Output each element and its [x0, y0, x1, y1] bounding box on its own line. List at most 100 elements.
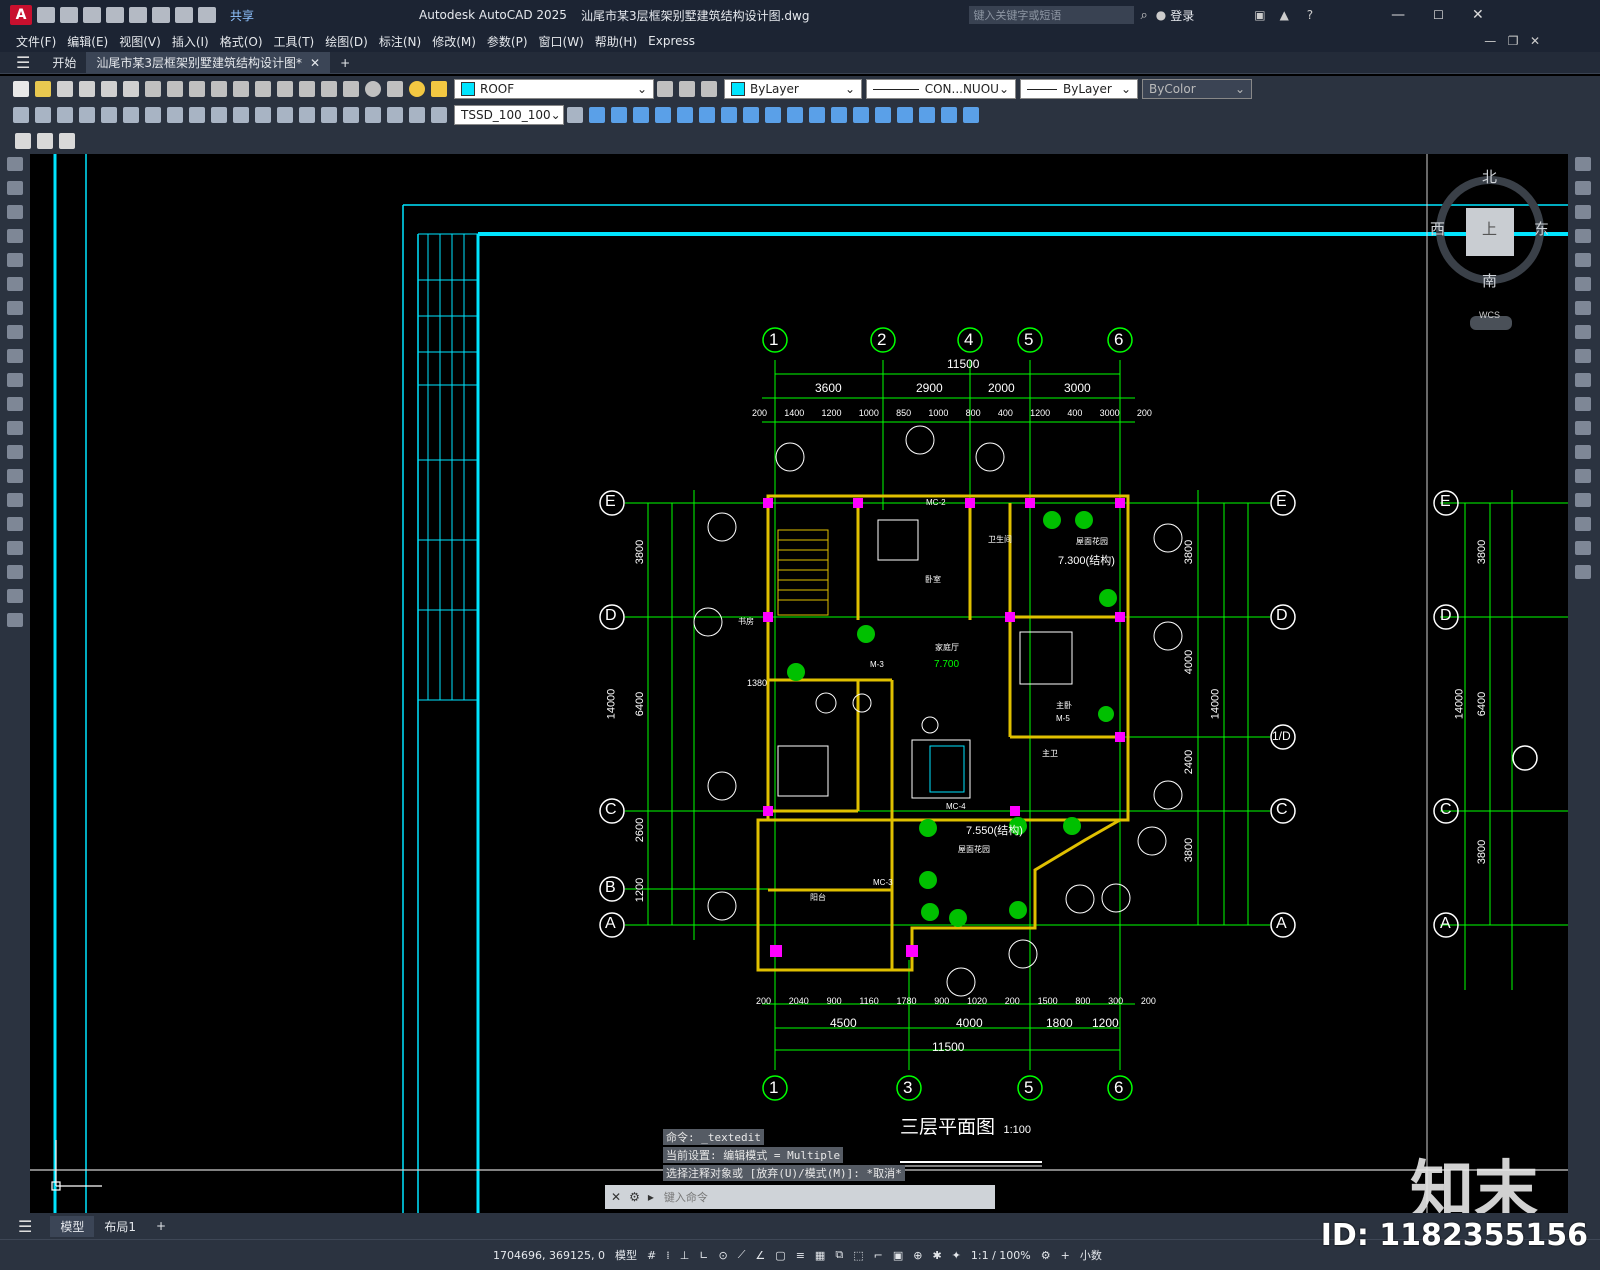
pan-icon[interactable]: [211, 81, 227, 97]
center-mark-icon[interactable]: [321, 107, 337, 123]
fillet-icon[interactable]: [1575, 517, 1591, 531]
viewcube-south[interactable]: 南: [1482, 270, 1497, 291]
object-snap-icon[interactable]: ▢: [775, 1249, 785, 1262]
menu-parametric[interactable]: 参数(P): [487, 33, 528, 50]
grid-icon[interactable]: #: [647, 1249, 656, 1262]
open-icon[interactable]: [35, 81, 51, 97]
maximize-icon[interactable]: ☐: [1433, 8, 1444, 22]
offset-icon[interactable]: [1575, 229, 1591, 243]
tab-start[interactable]: 开始: [42, 52, 86, 73]
save-icon[interactable]: [83, 7, 101, 23]
viewcube-west[interactable]: 西: [1430, 218, 1445, 239]
slice-icon[interactable]: [831, 107, 847, 123]
intersect-icon[interactable]: [809, 107, 825, 123]
close-command-icon[interactable]: ✕: [611, 1190, 621, 1204]
publish-icon[interactable]: [123, 81, 139, 97]
dim-break-icon[interactable]: [277, 107, 293, 123]
rectangle-icon[interactable]: [7, 253, 23, 267]
spline-icon[interactable]: [7, 349, 23, 363]
properties-icon[interactable]: [277, 81, 293, 97]
menu-window[interactable]: 窗口(W): [539, 33, 584, 50]
break-at-point-icon[interactable]: [1575, 421, 1591, 435]
print-icon[interactable]: [152, 7, 170, 23]
tab-add-layout[interactable]: +: [146, 1217, 176, 1235]
continue-dim-icon[interactable]: [233, 107, 249, 123]
dim-edit-icon[interactable]: [387, 107, 403, 123]
cut-icon[interactable]: [145, 81, 161, 97]
shell-icon[interactable]: [941, 107, 957, 123]
jogged-dim-icon[interactable]: [123, 107, 139, 123]
polygon-icon[interactable]: [7, 229, 23, 243]
polyline-icon[interactable]: [7, 205, 23, 219]
solid-cylinder-icon[interactable]: [677, 107, 693, 123]
minimize-icon[interactable]: —: [1391, 7, 1405, 23]
jogged-linear-icon[interactable]: [365, 107, 381, 123]
login-button[interactable]: 登录: [1170, 7, 1194, 24]
transparency-icon[interactable]: ▦: [815, 1249, 825, 1262]
baseline-dim-icon[interactable]: [211, 107, 227, 123]
move-faces-icon[interactable]: [897, 107, 913, 123]
revision-cloud-icon[interactable]: [7, 325, 23, 339]
layout-menu-icon[interactable]: ☰: [18, 1217, 32, 1236]
solid-cone-icon[interactable]: [633, 107, 649, 123]
3d-osnap-icon[interactable]: ⬚: [853, 1249, 863, 1262]
preview-icon[interactable]: [101, 81, 117, 97]
help-icon[interactable]: ?: [1307, 8, 1313, 22]
circle-icon[interactable]: [7, 301, 23, 315]
section-icon[interactable]: [853, 107, 869, 123]
radius-dim-icon[interactable]: [101, 107, 117, 123]
table-icon[interactable]: [7, 565, 23, 579]
region-icon[interactable]: [7, 541, 23, 555]
command-input[interactable]: 键入命令: [664, 1189, 708, 1205]
menu-modify[interactable]: 修改(M): [432, 33, 476, 50]
coordinates[interactable]: 1704696, 369125, 0: [493, 1249, 605, 1262]
search-input[interactable]: 键入关键字或短语: [969, 6, 1135, 24]
menu-view[interactable]: 视图(V): [119, 33, 161, 50]
edit-block-icon[interactable]: [15, 133, 31, 149]
menu-insert[interactable]: 插入(I): [172, 33, 209, 50]
viewcube-east[interactable]: 东: [1534, 218, 1549, 239]
tab-model[interactable]: 模型: [50, 1215, 95, 1237]
doc-window-controls[interactable]: — ❐ ✕: [1484, 34, 1540, 48]
selection-cycling-icon[interactable]: ⧉: [835, 1248, 843, 1262]
publish-icon[interactable]: [129, 7, 147, 23]
annotation-monitor-icon[interactable]: +: [1061, 1249, 1070, 1262]
color-dropdown[interactable]: ByLayer ⌄: [724, 79, 862, 99]
layer-freeze-icon[interactable]: [431, 81, 447, 97]
revolve-icon[interactable]: [743, 107, 759, 123]
command-line[interactable]: ✕ ⚙ ▸ 键入命令: [605, 1185, 995, 1209]
viewcube-wcs[interactable]: WCS: [1479, 310, 1500, 320]
annotation-scale[interactable]: 1:1 / 100%: [971, 1249, 1031, 1262]
lineweight-icon[interactable]: ≡: [796, 1249, 805, 1262]
extend-icon[interactable]: [1575, 397, 1591, 411]
menu-tools[interactable]: 工具(T): [274, 33, 315, 50]
annotation-visibility-icon[interactable]: ✱: [932, 1249, 941, 1262]
menu-file[interactable]: 文件(F): [16, 33, 56, 50]
inspect-icon[interactable]: [343, 107, 359, 123]
help-icon[interactable]: [365, 81, 381, 97]
ortho-icon[interactable]: ∟: [699, 1249, 708, 1262]
offset-faces-icon[interactable]: [919, 107, 935, 123]
union-icon[interactable]: [765, 107, 781, 123]
new-file-icon[interactable]: [37, 7, 55, 23]
linear-dim-icon[interactable]: [13, 107, 29, 123]
break-icon[interactable]: [1575, 445, 1591, 459]
tool-palette-icon[interactable]: [321, 81, 337, 97]
redo-icon[interactable]: [189, 81, 205, 97]
plotstyle-dropdown[interactable]: ByColor ⌄: [1142, 79, 1252, 99]
dynamic-ucs-icon[interactable]: ⌐: [874, 1249, 883, 1262]
dim-space-icon[interactable]: [255, 107, 271, 123]
units-dropdown[interactable]: 小数: [1080, 1247, 1102, 1263]
solid-wedge-icon[interactable]: [611, 107, 627, 123]
calculator-icon[interactable]: [343, 81, 359, 97]
solid-torus-icon[interactable]: [699, 107, 715, 123]
insert-block-icon[interactable]: [7, 421, 23, 435]
subtract-icon[interactable]: [787, 107, 803, 123]
model-space-button[interactable]: 模型: [615, 1247, 637, 1263]
menu-help[interactable]: 帮助(H): [595, 33, 637, 50]
tab-close-icon[interactable]: ✕: [310, 56, 320, 70]
new-icon[interactable]: [13, 81, 29, 97]
auto-scale-icon[interactable]: ✦: [952, 1249, 961, 1262]
menu-draw[interactable]: 绘图(D): [325, 33, 368, 50]
point-icon[interactable]: [7, 469, 23, 483]
